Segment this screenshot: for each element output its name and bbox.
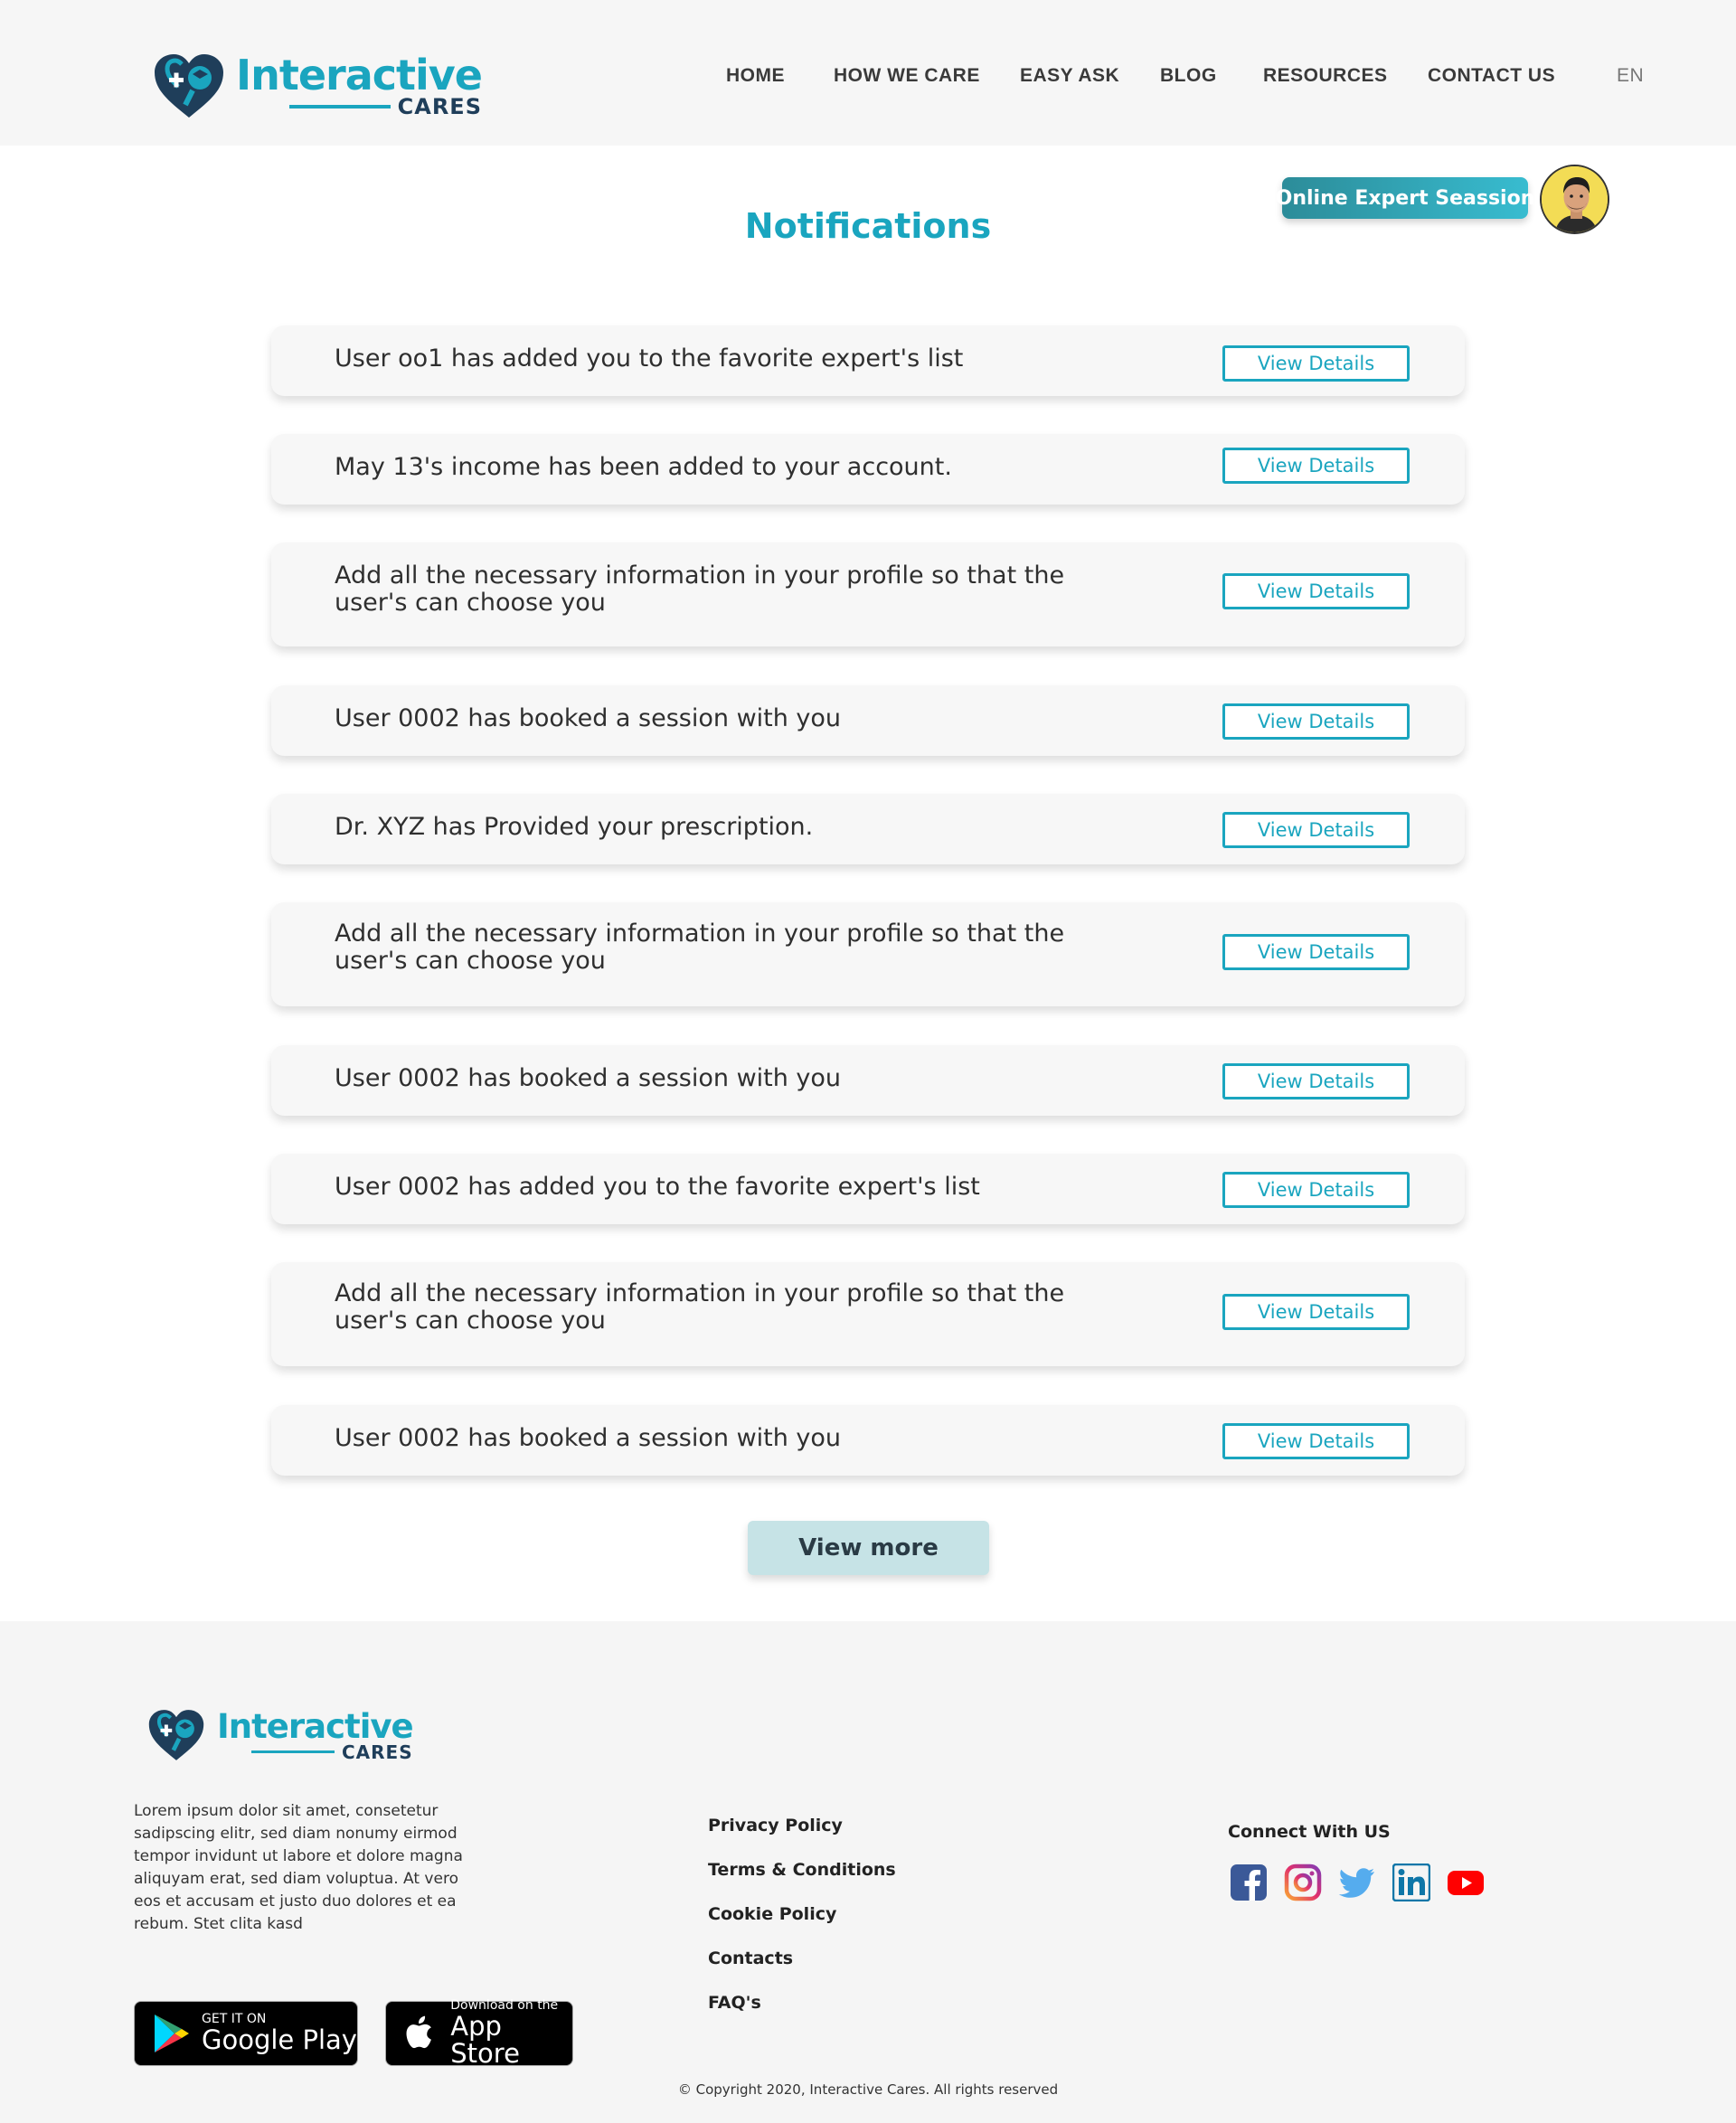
facebook-icon[interactable] <box>1230 1864 1268 1901</box>
app-store-big-text: App Store <box>450 2010 520 2070</box>
notification-card[interactable]: Add all the necessary information in you… <box>271 543 1465 646</box>
apple-icon <box>406 2015 431 2049</box>
twitter-icon[interactable] <box>1338 1864 1376 1901</box>
notification-card[interactable]: Add all the necessary information in you… <box>271 1262 1465 1366</box>
view-details-button[interactable]: View Details <box>1222 573 1410 609</box>
brand-underline <box>251 1750 335 1753</box>
brand-underline <box>288 105 391 109</box>
notification-text: Add all the necessary information in you… <box>335 920 1065 975</box>
nav-home[interactable]: HOME <box>726 65 785 87</box>
nav-easy-ask[interactable]: EASY ASK <box>1020 65 1119 87</box>
notification-text: User 0002 has booked a session with you <box>335 1064 842 1092</box>
copyright-text: © Copyright 2020, Interactive Cares. All… <box>677 2081 1059 2098</box>
notification-text: Add all the necessary information in you… <box>335 1279 1065 1335</box>
nav-contact-us[interactable]: CONTACT US <box>1428 65 1555 87</box>
app-store-badge[interactable]: Download on the App Store <box>385 1999 573 2070</box>
notification-card[interactable]: Dr. XYZ has Provided your prescription. … <box>271 794 1465 864</box>
notification-text: User 0002 has booked a session with you <box>335 704 842 732</box>
notification-text: Add all the necessary information in you… <box>335 561 1065 617</box>
site-footer: Interactive CARES Lorem ipsum dolor sit … <box>0 1621 1736 2123</box>
view-details-button[interactable]: View Details <box>1222 1063 1410 1099</box>
notification-card[interactable]: User 0002 has booked a session with you … <box>271 1045 1465 1116</box>
view-details-button[interactable]: View Details <box>1222 1423 1410 1459</box>
nav-resources[interactable]: RESOURCES <box>1263 65 1388 87</box>
connect-title: Connect With US <box>1228 1822 1391 1842</box>
main-nav: HOME HOW WE CARE EASY ASK BLOG RESOURCES… <box>0 65 1736 92</box>
nav-how-we-care[interactable]: HOW WE CARE <box>834 65 980 87</box>
google-play-big-text: Google Play <box>202 2024 357 2056</box>
brand-subtitle: CARES <box>342 1741 413 1763</box>
view-details-button[interactable]: View Details <box>1222 345 1410 382</box>
notification-card[interactable]: User oo1 has added you to the favorite e… <box>271 326 1465 396</box>
notification-text: User 0002 has added you to the favorite … <box>335 1173 980 1201</box>
google-play-badge[interactable]: GET IT ON Google Play <box>134 2001 358 2066</box>
notification-text: May 13's income has been added to your a… <box>335 453 952 481</box>
footer-link-cookie-policy[interactable]: Cookie Policy <box>708 1904 836 1924</box>
youtube-icon[interactable] <box>1447 1864 1485 1901</box>
footer-link-terms[interactable]: Terms & Conditions <box>708 1860 896 1880</box>
notification-card[interactable]: User 0002 has booked a session with you … <box>271 1405 1465 1476</box>
notification-text: User oo1 has added you to the favorite e… <box>335 344 964 373</box>
instagram-icon[interactable] <box>1284 1864 1322 1901</box>
view-details-button[interactable]: View Details <box>1222 812 1410 848</box>
view-details-button[interactable]: View Details <box>1222 1294 1410 1330</box>
footer-link-faqs[interactable]: FAQ's <box>708 1993 761 2013</box>
view-details-button[interactable]: View Details <box>1222 1172 1410 1208</box>
language-selector[interactable]: EN <box>1617 65 1644 87</box>
view-details-button[interactable]: View Details <box>1222 448 1410 484</box>
footer-link-privacy-policy[interactable]: Privacy Policy <box>708 1816 843 1835</box>
view-more-button[interactable]: View more <box>748 1521 989 1575</box>
view-details-button[interactable]: View Details <box>1222 934 1410 970</box>
footer-logo[interactable]: Interactive CARES <box>145 1706 414 1763</box>
google-play-icon <box>155 2014 189 2052</box>
page-title: Notifications <box>744 206 992 246</box>
brand-title: Interactive <box>217 1706 414 1746</box>
notification-card[interactable]: May 13's income has been added to your a… <box>271 434 1465 505</box>
footer-description: Lorem ipsum dolor sit amet, consetetur s… <box>134 1802 463 1933</box>
notification-card[interactable]: Add all the necessary information in you… <box>271 902 1465 1006</box>
linkedin-icon[interactable] <box>1392 1864 1430 1901</box>
notification-text: Dr. XYZ has Provided your prescription. <box>335 813 814 841</box>
nav-blog[interactable]: BLOG <box>1160 65 1217 87</box>
heart-logo-icon <box>148 1710 204 1760</box>
site-header: Interactive CARES HOME HOW WE CARE EASY … <box>0 0 1736 146</box>
footer-link-contacts[interactable]: Contacts <box>708 1948 793 1968</box>
notification-card[interactable]: User 0002 has added you to the favorite … <box>271 1154 1465 1224</box>
view-details-button[interactable]: View Details <box>1222 703 1410 740</box>
notification-text: User 0002 has booked a session with you <box>335 1424 842 1452</box>
brand-subtitle: CARES <box>397 94 482 119</box>
notification-card[interactable]: User 0002 has booked a session with you … <box>271 685 1465 756</box>
